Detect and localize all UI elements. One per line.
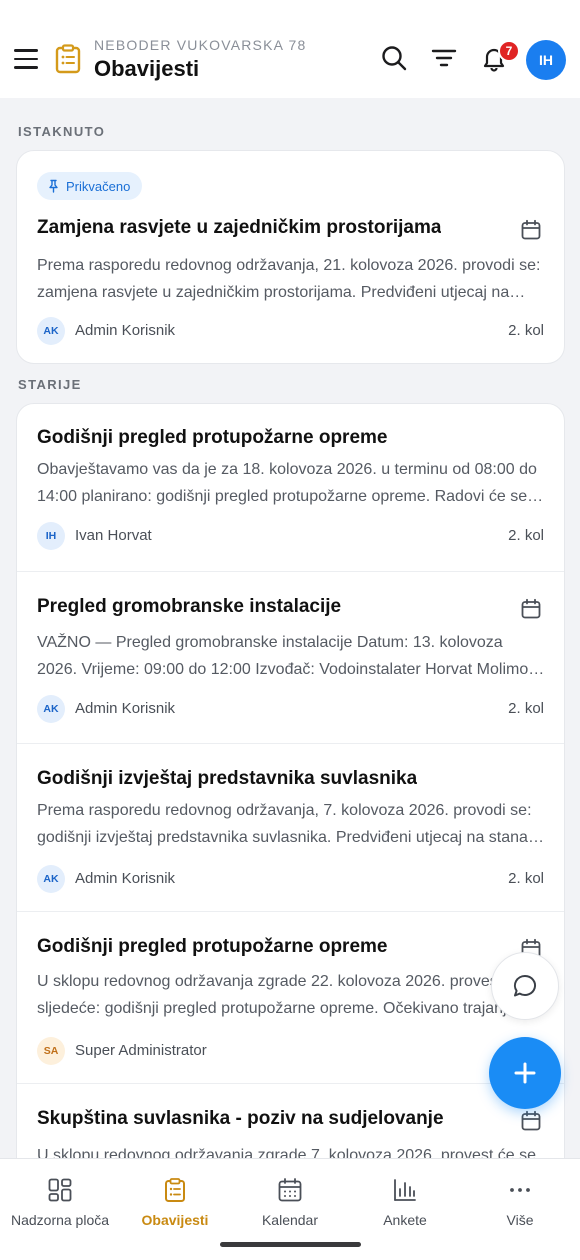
list-item[interactable]: Godišnji izvještaj predstavnika suvlasni…: [17, 744, 564, 912]
calendar-icon: [278, 1178, 302, 1202]
building-name: NEBODER VUKOVARSKA 78: [94, 37, 307, 53]
menu-button[interactable]: [14, 44, 44, 74]
calendar-icon[interactable]: [520, 1110, 542, 1132]
nav-item-polls[interactable]: Ankete: [347, 1159, 463, 1239]
pinned-announcement-card[interactable]: Prikvačeno Zamjena rasvjete u zajednički…: [16, 150, 565, 364]
post-title: Pregled gromobranske instalacije: [37, 596, 342, 617]
nav-label: Ankete: [383, 1212, 427, 1228]
pinned-label: Prikvačeno: [66, 178, 131, 194]
author-avatar: AK: [37, 695, 65, 723]
post-title: Skupština suvlasnika - poziv na sudjelov…: [37, 1108, 444, 1129]
nav-item-announcements[interactable]: Obavijesti: [117, 1159, 233, 1239]
menu-icon-line: [14, 66, 38, 69]
author-name: Admin Korisnik: [75, 322, 176, 339]
author-avatar: AK: [37, 865, 65, 893]
nav-label: Nadzorna ploča: [10, 1212, 110, 1228]
app-header: NEBODER VUKOVARSKA 78 Obavijesti 7 IH: [0, 0, 580, 98]
calendar-icon[interactable]: [520, 598, 542, 620]
nav-label: Kalendar: [261, 1212, 319, 1228]
post-body: VAŽNO — Pregled gromobranske instalacije…: [37, 634, 529, 678]
list-item[interactable]: Godišnji pregled protupožarne opreme U s…: [17, 912, 564, 1084]
pin-icon: [49, 179, 58, 193]
author-name: Ivan Horvat: [75, 527, 152, 544]
nav-label: Obavijesti: [141, 1212, 209, 1228]
chat-button[interactable]: [491, 952, 559, 1020]
post-title: Zamjena rasvjete u zajedničkim prostorij…: [37, 217, 442, 238]
add-announcement-button[interactable]: [489, 1037, 561, 1109]
post-title: Godišnji izvještaj predstavnika suvlasni…: [37, 768, 418, 789]
author-name: Super Administrator: [75, 1042, 207, 1059]
search-icon: [382, 46, 407, 71]
nav-item-calendar[interactable]: Kalendar: [232, 1159, 348, 1239]
home-indicator: [220, 1242, 361, 1247]
list-item[interactable]: Godišnji pregled protupožarne opreme Oba…: [17, 404, 564, 572]
pinned-badge: Prikvačeno: [37, 172, 143, 200]
nav-item-more[interactable]: Više: [462, 1159, 578, 1239]
post-body: Prema rasporedu redovnog održavanja, 7. …: [37, 802, 543, 846]
dashboard-icon: [48, 1178, 72, 1202]
bar-chart-icon: [394, 1179, 416, 1201]
nav-item-dashboard[interactable]: Nadzorna ploča: [2, 1159, 118, 1239]
menu-icon-line: [14, 49, 38, 52]
author-avatar: AK: [37, 317, 65, 345]
post-body: U sklopu redovnog održavanja zgrade 22. …: [37, 973, 545, 1017]
notification-badge: 7: [498, 40, 520, 62]
user-avatar[interactable]: IH: [526, 40, 566, 80]
author-name: Admin Korisnik: [75, 700, 176, 717]
filter-button[interactable]: [426, 40, 462, 76]
page-title: Obavijesti: [94, 56, 200, 81]
section-label-older: STARIJE: [18, 377, 82, 392]
chat-bubble-icon: [513, 974, 536, 997]
plus-icon: [514, 1062, 536, 1084]
post-date: 2. kol: [508, 700, 544, 717]
list-item[interactable]: Pregled gromobranske instalacije VAŽNO —…: [17, 572, 564, 744]
search-button[interactable]: [376, 40, 412, 76]
nav-label: Više: [506, 1212, 534, 1228]
calendar-icon[interactable]: [520, 219, 542, 241]
post-date: 2. kol: [508, 870, 544, 887]
more-icon: [510, 1188, 530, 1192]
filter-icon: [431, 49, 457, 67]
author-name: Admin Korisnik: [75, 870, 176, 887]
announcement-list: Godišnji pregled protupožarne opreme Oba…: [16, 403, 565, 1203]
section-label-pinned: ISTAKNUTO: [18, 124, 106, 139]
author-avatar: SA: [37, 1037, 65, 1065]
menu-icon-line: [14, 57, 38, 61]
post-date: 2. kol: [508, 527, 544, 544]
post-title: Godišnji pregled protupožarne opreme: [37, 427, 388, 448]
clipboard-icon: [55, 44, 81, 74]
post-body: Prema rasporedu redovnog održavanja, 21.…: [37, 257, 541, 301]
clipboard-icon: [165, 1178, 185, 1202]
post-date: 2. kol: [508, 322, 544, 339]
post-body: Obavještavamo vas da je za 18. kolovoza …: [37, 461, 537, 505]
author-avatar: IH: [37, 522, 65, 550]
post-title: Godišnji pregled protupožarne opreme: [37, 936, 388, 957]
